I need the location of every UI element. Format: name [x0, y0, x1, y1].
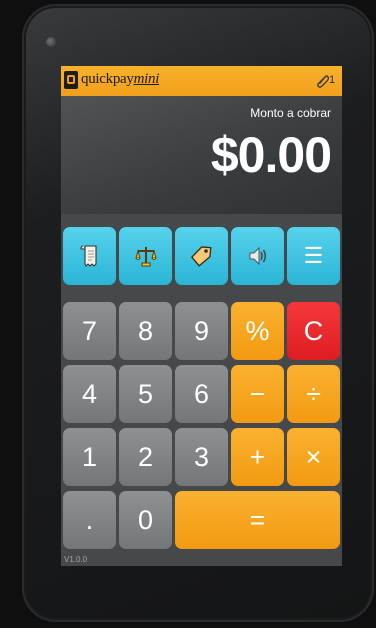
- plus-button[interactable]: +: [231, 428, 284, 486]
- menu-button[interactable]: ☰: [287, 227, 340, 285]
- sound-button[interactable]: [231, 227, 284, 285]
- key-2[interactable]: 2: [119, 428, 172, 486]
- clear-button[interactable]: C: [287, 302, 340, 360]
- paperclip-icon[interactable]: [317, 74, 329, 88]
- amount-display: Monto a cobrar $0.00: [61, 96, 342, 214]
- keypad: ☰ 7 8 9 % C 4 5 6 − ÷ 1 2 3 + × . 0 = V1…: [61, 214, 342, 566]
- brand-name: quickpaymini: [81, 71, 159, 88]
- receipt-button[interactable]: [63, 227, 116, 285]
- quickpay-logo-icon: [64, 71, 78, 89]
- version-label: V1.0.0: [64, 555, 88, 564]
- key-8[interactable]: 8: [119, 302, 172, 360]
- speaker-icon: [249, 246, 266, 266]
- amount-value: $0.00: [210, 127, 332, 183]
- divide-button[interactable]: ÷: [287, 365, 340, 423]
- key-6[interactable]: 6: [175, 365, 228, 423]
- tag-button[interactable]: [175, 227, 228, 285]
- key-0[interactable]: 0: [119, 491, 172, 549]
- scale-icon: [134, 247, 157, 267]
- minus-button[interactable]: −: [231, 365, 284, 423]
- key-7[interactable]: 7: [63, 302, 116, 360]
- brand-prefix: quickpay: [81, 71, 134, 87]
- key-3[interactable]: 3: [175, 428, 228, 486]
- app-header: quickpaymini 1: [61, 66, 342, 96]
- key-1[interactable]: 1: [63, 428, 116, 486]
- amount-label: Monto a cobrar: [250, 106, 331, 120]
- key-4[interactable]: 4: [63, 365, 116, 423]
- decimal-button[interactable]: .: [63, 491, 116, 549]
- multiply-button[interactable]: ×: [287, 428, 340, 486]
- attachment-count: 1: [329, 74, 336, 86]
- brand-suffix: mini: [133, 71, 160, 87]
- key-5[interactable]: 5: [119, 365, 172, 423]
- receipt-icon: [79, 245, 97, 267]
- percent-button[interactable]: %: [231, 302, 284, 360]
- scale-button[interactable]: [119, 227, 172, 285]
- equals-button[interactable]: =: [175, 491, 340, 549]
- tag-icon: [190, 246, 211, 267]
- menu-icon: ☰: [303, 243, 324, 268]
- camera-lens: [46, 37, 56, 47]
- app-screen: quickpaymini 1 Monto a cobrar $0.00 ☰ 7 …: [61, 66, 342, 566]
- key-9[interactable]: 9: [175, 302, 228, 360]
